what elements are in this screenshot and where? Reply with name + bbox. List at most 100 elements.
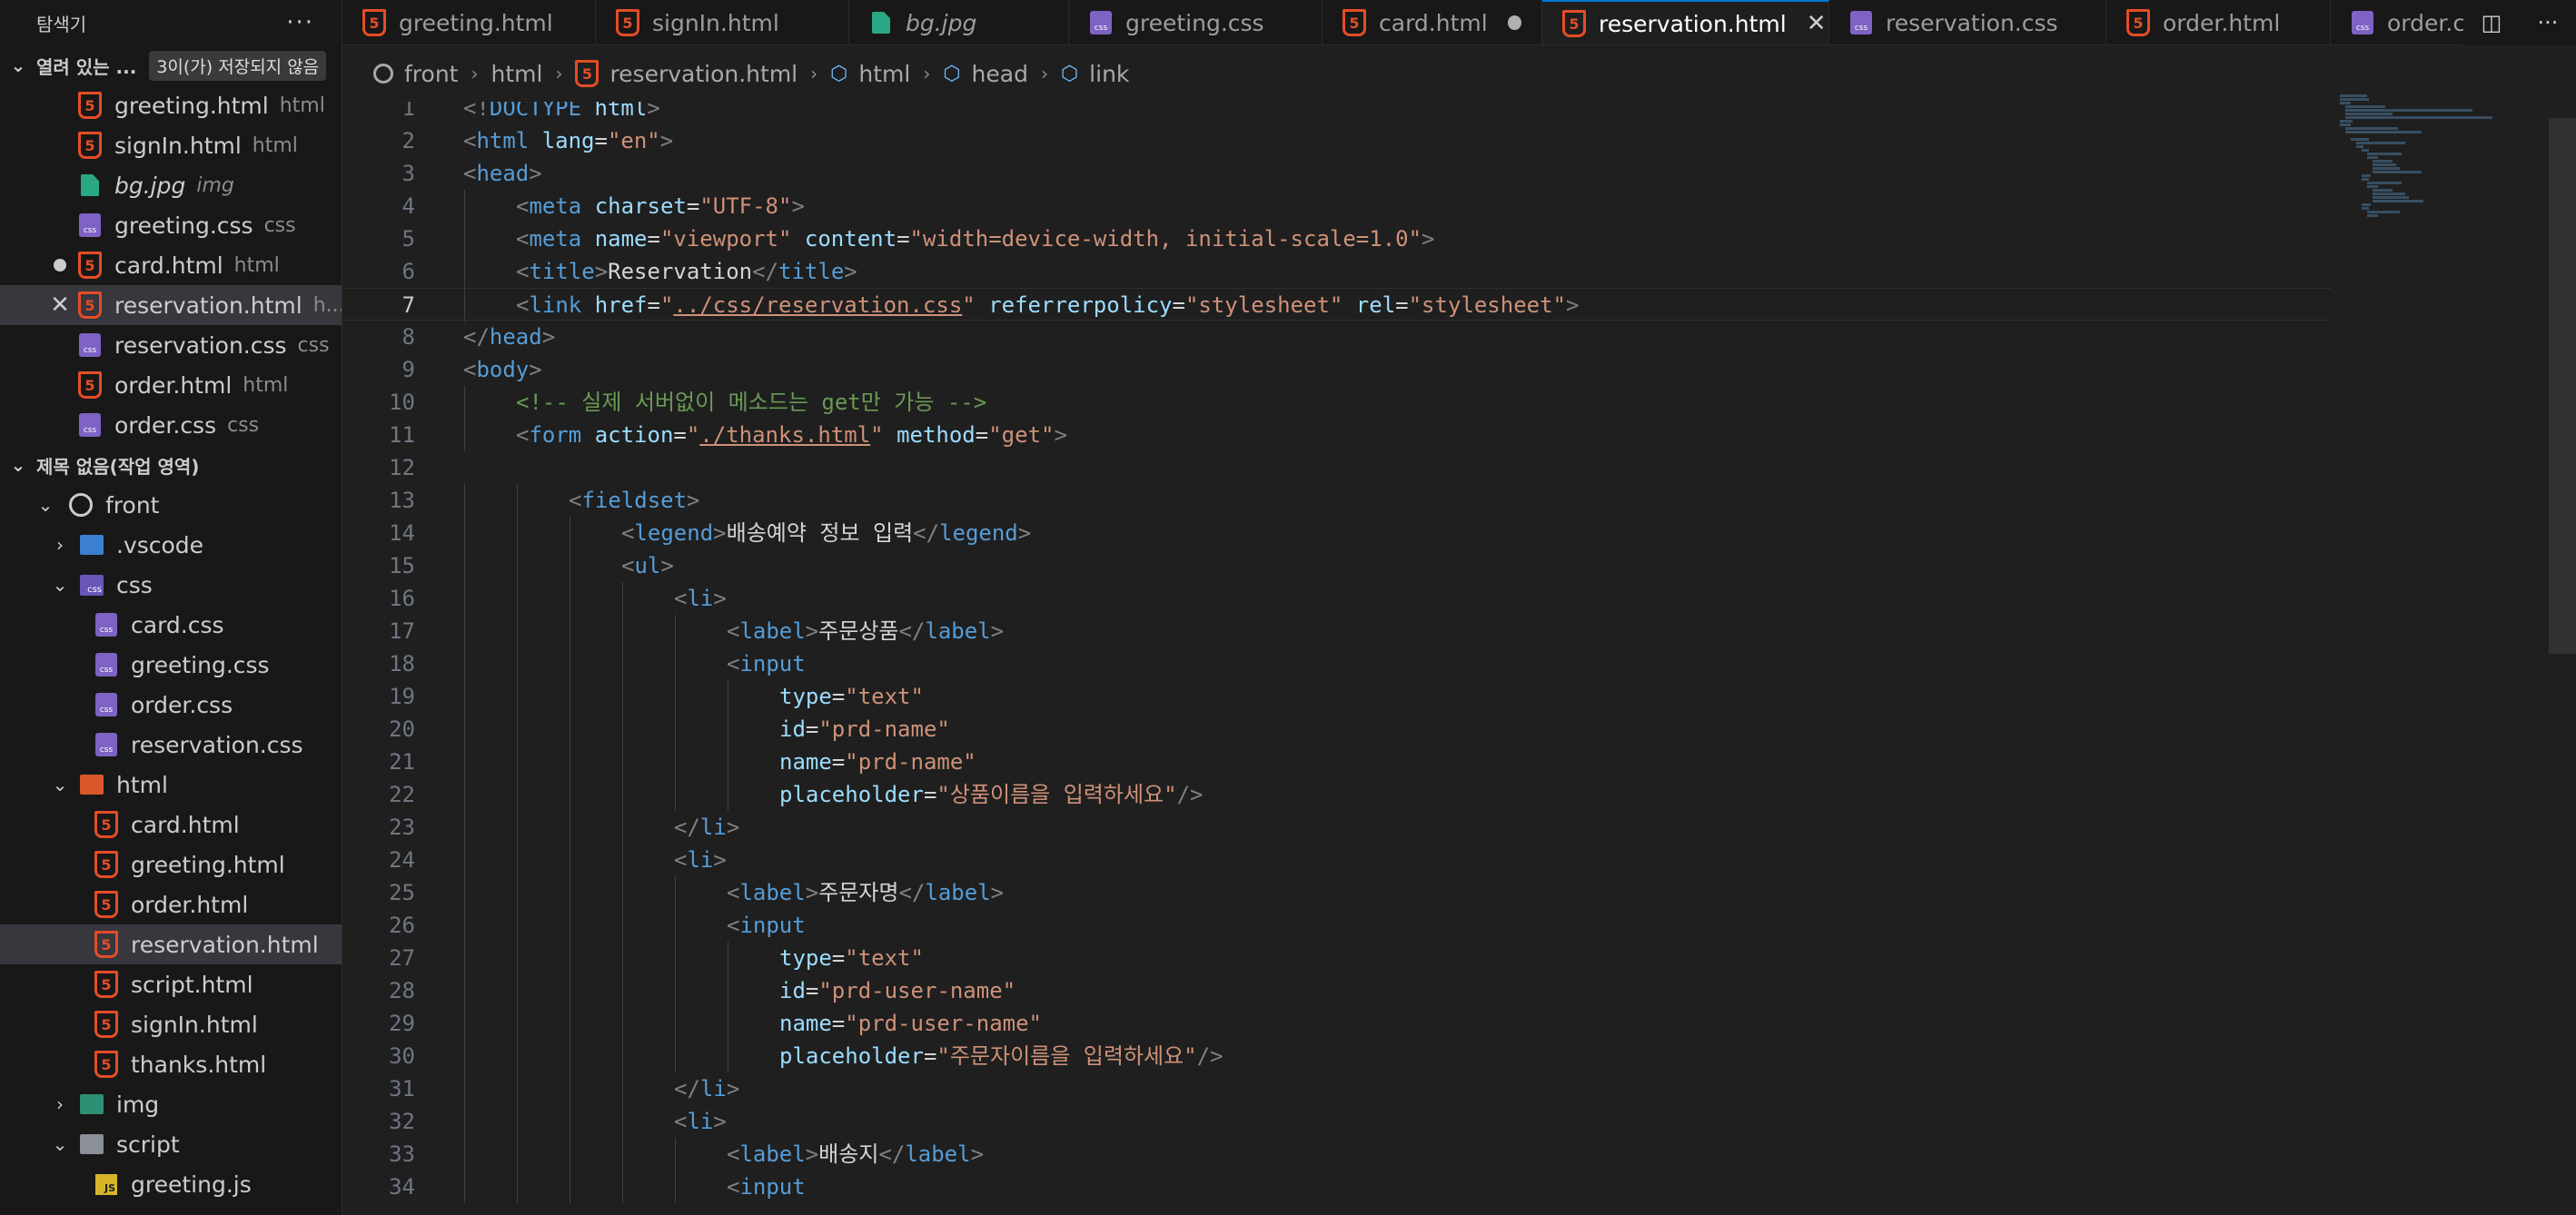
tree-file-item[interactable]: signIn.html <box>0 1004 342 1044</box>
minimap-line <box>2373 171 2422 173</box>
tree-file-item[interactable]: order.html <box>0 884 342 924</box>
symbol-element-icon: ⬡ <box>830 62 848 85</box>
tree-file-label: greeting.html <box>131 851 285 878</box>
code-token: > <box>529 357 542 382</box>
code-editor[interactable]: 1 <!DOCTYPE html> 2 <html lang="en"> 3 <head>… <box>342 91 2576 1215</box>
tree-file-item[interactable]: greeting.css <box>0 645 342 685</box>
tree-file-item[interactable]: greeting.html <box>0 845 342 884</box>
open-editor-item[interactable]: card.html html <box>0 245 342 285</box>
tree-file-item[interactable]: reservation.html <box>0 924 342 964</box>
minimap-line <box>2345 105 2385 108</box>
code-token: 배송예약 정보 입력 <box>726 520 914 546</box>
tab-reservation-css[interactable]: reservation.css <box>1829 0 2106 44</box>
tab-signIn-html[interactable]: signIn.html <box>596 0 849 44</box>
more-actions-icon[interactable]: ··· <box>286 9 314 36</box>
minimap-line <box>2340 123 2351 126</box>
line-number: 28 <box>389 978 415 1003</box>
code-token: meta <box>529 193 582 219</box>
tree-file-item[interactable]: card.html <box>0 805 342 845</box>
open-editor-desc: css <box>227 413 260 437</box>
open-editor-item[interactable]: bg.jpg img <box>0 165 342 205</box>
html-file-icon <box>94 1012 118 1036</box>
code-token: head <box>489 324 542 350</box>
indent-guide <box>464 222 465 255</box>
open-editor-item[interactable]: order.html html <box>0 365 342 405</box>
code-text: <li> <box>674 1105 727 1138</box>
html-file-icon <box>78 94 102 117</box>
code-line: 18 <input <box>342 647 2332 680</box>
code-token: < <box>727 1174 740 1200</box>
split-editor-icon[interactable]: ◫ <box>2482 10 2502 35</box>
tree-file-label: signIn.html <box>131 1011 258 1038</box>
vertical-scrollbar[interactable] <box>2549 118 2576 654</box>
code-token: name <box>779 749 832 775</box>
breadcrumb-item-root[interactable]: front <box>373 61 458 87</box>
breadcrumb-item-symbol-html[interactable]: ⬡ html <box>830 61 910 87</box>
code-text: <head> <box>463 157 542 190</box>
code-line: 23 </li> <box>342 811 2332 844</box>
minimap[interactable] <box>2340 91 2540 363</box>
code-token: < <box>727 651 740 677</box>
open-editor-item[interactable]: signIn.html html <box>0 125 342 165</box>
open-editor-item[interactable]: ✕ reservation.html h... <box>0 285 342 325</box>
tab-order-html[interactable]: order.html <box>2106 0 2331 44</box>
tab-bg-jpg[interactable]: bg.jpg <box>849 0 1069 44</box>
code-token: li <box>687 1109 714 1134</box>
indent-guide <box>622 746 623 778</box>
tree-file-item[interactable]: greeting.js <box>0 1164 342 1204</box>
minimap-line <box>2362 207 2369 210</box>
tree-folder-script[interactable]: ⌄ script <box>0 1124 342 1164</box>
chevron-down-icon: ⌄ <box>52 1133 68 1155</box>
tree-file-item[interactable]: thanks.html <box>0 1044 342 1084</box>
line-number: 32 <box>389 1109 415 1134</box>
code-token: < <box>727 618 740 644</box>
breadcrumb-item-file[interactable]: reservation.html <box>575 61 798 87</box>
minimap-line <box>2373 196 2409 199</box>
open-editor-item[interactable]: reservation.css css <box>0 325 342 365</box>
line-number: 14 <box>389 520 415 546</box>
breadcrumb-item-folder[interactable]: html <box>490 61 542 87</box>
line-number: 5 <box>401 226 415 252</box>
more-actions-icon[interactable]: ··· <box>2537 10 2558 35</box>
tree-folder-css[interactable]: ⌄ css <box>0 565 342 605</box>
minimap-line <box>2356 145 2363 148</box>
minimap-line <box>2345 109 2472 112</box>
tree-folder-front[interactable]: ⌄ front <box>0 485 342 525</box>
tree-file-item[interactable]: reservation.css <box>0 725 342 765</box>
tab-reservation-html[interactable]: reservation.html ✕ <box>1542 0 1829 44</box>
tab-greeting-html[interactable]: greeting.html <box>342 0 596 44</box>
breadcrumb-item-symbol-link[interactable]: ⬡ link <box>1061 61 1129 87</box>
tab-greeting-css[interactable]: greeting.css <box>1069 0 1323 44</box>
open-editors-section-header[interactable]: ⌄ 열려 있는 ... 3이(가) 저장되지 않음 <box>0 45 342 85</box>
html-file-icon <box>78 373 102 397</box>
tree-folder-img[interactable]: › img <box>0 1084 342 1124</box>
close-icon[interactable]: ✕ <box>42 291 78 319</box>
line-number: 34 <box>389 1174 415 1200</box>
indent-guide <box>517 1072 518 1105</box>
minimap-line <box>2373 189 2393 192</box>
tab-card-html[interactable]: card.html <box>1323 0 1542 44</box>
tree-file-item[interactable]: order.css <box>0 685 342 725</box>
workspace-section-header[interactable]: ⌄ 제목 없음(작업 영역) <box>0 445 342 485</box>
code-token: type <box>779 684 832 709</box>
tree-file-item[interactable]: script.html <box>0 964 342 1004</box>
tree-folder-html[interactable]: ⌄ html <box>0 765 342 805</box>
tree-file-item[interactable]: card.css <box>0 605 342 645</box>
tree-folder-vscode[interactable]: › .vscode <box>0 525 342 565</box>
tab-label: greeting.html <box>399 9 553 36</box>
breadcrumb-item-symbol-head[interactable]: ⬡ head <box>943 61 1028 87</box>
breadcrumb-label: html <box>490 60 543 87</box>
code-token: Reservation <box>608 259 753 284</box>
open-editor-item[interactable]: greeting.html html <box>0 85 342 125</box>
close-icon[interactable]: ✕ <box>1807 10 1827 37</box>
code-token: </ <box>913 520 940 546</box>
code-text: <ul> <box>621 549 674 582</box>
code-token: "text" <box>845 684 924 709</box>
open-editor-item[interactable]: greeting.css css <box>0 205 342 245</box>
code-token: > <box>726 815 740 840</box>
chevron-right-icon: › <box>56 534 64 556</box>
minimap-line <box>2373 193 2405 195</box>
indent-guide <box>517 1040 518 1072</box>
open-editor-item[interactable]: order.css css <box>0 405 342 445</box>
code-text: <body> <box>463 353 542 386</box>
